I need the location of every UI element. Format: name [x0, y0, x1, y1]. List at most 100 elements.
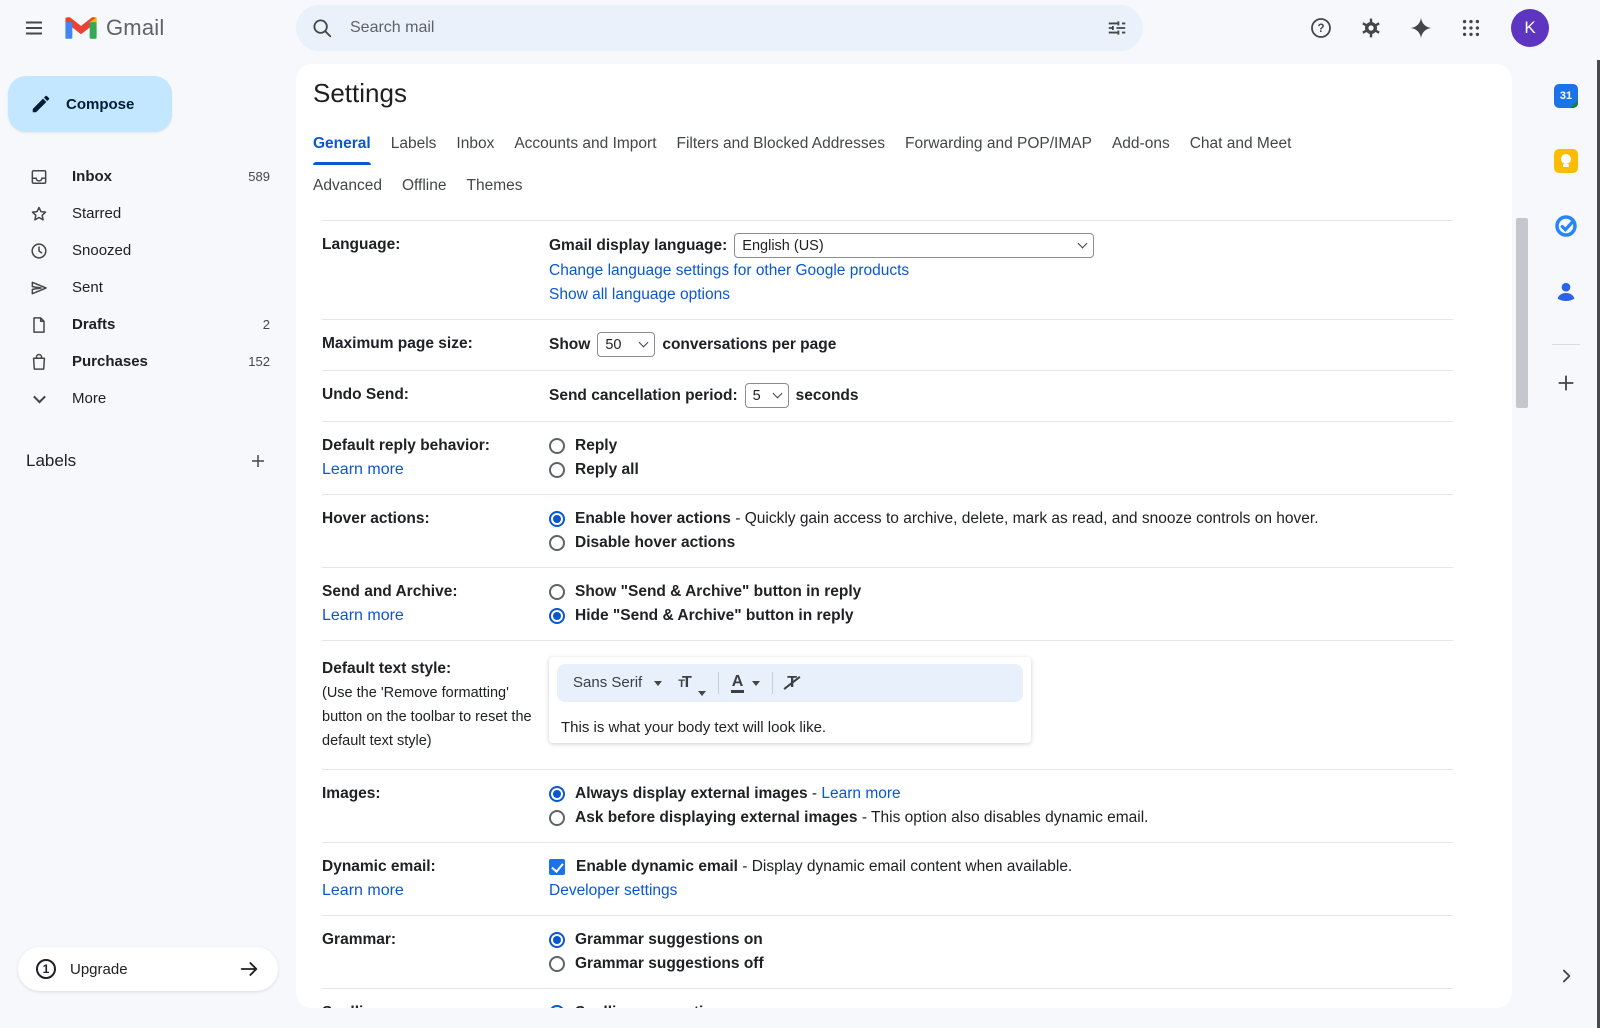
settings-row-dynamic-email: Dynamic email: Learn more Enable dynamic…: [322, 843, 1453, 916]
get-add-ons-button[interactable]: [1546, 363, 1586, 403]
radio-reply[interactable]: [549, 438, 565, 454]
font-size-dropdown[interactable]: TT: [678, 670, 706, 696]
tab-add-ons[interactable]: Add-ons: [1102, 123, 1180, 165]
help-button[interactable]: ?: [1301, 8, 1341, 48]
tab-accounts-and-import[interactable]: Accounts and Import: [504, 123, 666, 165]
radio-spelling-on[interactable]: [549, 1005, 565, 1008]
radio-hide-send-archive[interactable]: [549, 608, 565, 624]
tab-offline[interactable]: Offline: [392, 165, 457, 207]
side-panel-divider: [1552, 344, 1580, 345]
tab-chat-and-meet[interactable]: Chat and Meet: [1180, 123, 1302, 165]
plus-icon: [1555, 372, 1577, 394]
radio-show-send-archive[interactable]: [549, 584, 565, 600]
tab-filters-and-blocked-addresses[interactable]: Filters and Blocked Addresses: [667, 123, 896, 165]
purchases-count: 152: [248, 354, 270, 369]
help-icon: ?: [1309, 16, 1333, 40]
font-family-dropdown[interactable]: Sans Serif: [573, 670, 662, 696]
gemini-sparkle-icon: [1409, 16, 1433, 40]
sidebar-item-starred[interactable]: Starred: [0, 195, 296, 232]
create-label-button[interactable]: [244, 447, 272, 475]
sidebar-item-drafts[interactable]: Drafts 2: [0, 306, 296, 343]
arrow-right-icon: [238, 958, 260, 980]
page-size-select[interactable]: 50: [597, 332, 655, 357]
topbar-left: Gmail: [0, 8, 296, 48]
toolbar-divider: [772, 672, 773, 694]
chevron-right-icon: [1556, 966, 1576, 986]
text-color-dropdown[interactable]: A: [731, 674, 761, 693]
google-tasks-icon: [1553, 213, 1579, 239]
compose-label: Compose: [66, 96, 134, 113]
radio-grammar-on[interactable]: [549, 932, 565, 948]
change-language-link[interactable]: Change language settings for other Googl…: [549, 259, 1453, 283]
settings-row-send-and-archive: Send and Archive: Learn more Show "Send …: [322, 568, 1453, 641]
radio-enable-hover-actions[interactable]: [549, 511, 565, 527]
gemini-button[interactable]: [1401, 8, 1441, 48]
contacts-icon: [1553, 278, 1579, 304]
tab-advanced[interactable]: Advanced: [303, 165, 392, 207]
show-all-language-options-link[interactable]: Show all language options: [549, 283, 1453, 307]
shopping-bag-icon: [28, 352, 50, 372]
chevron-down-icon: [1078, 239, 1088, 249]
sidebar-item-purchases[interactable]: Purchases 152: [0, 343, 296, 380]
tab-themes[interactable]: Themes: [456, 165, 532, 207]
developer-settings-link[interactable]: Developer settings: [549, 879, 1453, 903]
radio-always-display-images[interactable]: [549, 786, 565, 802]
send-icon: [28, 278, 50, 298]
gmail-logo[interactable]: Gmail: [60, 15, 164, 41]
settings-row-grammar: Grammar: Grammar suggestions on Grammar …: [322, 916, 1453, 989]
checkbox-enable-dynamic-email[interactable]: [549, 859, 565, 875]
tab-labels[interactable]: Labels: [381, 123, 447, 165]
scrollbar-track: [1512, 56, 1532, 1028]
radio-grammar-off[interactable]: [549, 956, 565, 972]
tasks-panel-button[interactable]: [1546, 206, 1586, 246]
settings-row-hover-actions: Hover actions: Enable hover actions - Qu…: [322, 495, 1453, 568]
learn-more-link[interactable]: Learn more: [322, 879, 404, 903]
radio-ask-before-displaying-images[interactable]: [549, 810, 565, 826]
search-bar[interactable]: Search mail: [296, 5, 1143, 51]
chevron-down-icon: [28, 394, 50, 403]
sidebar-item-inbox[interactable]: Inbox 589: [0, 158, 296, 195]
cancellation-period-select[interactable]: 5: [745, 383, 789, 408]
learn-more-link[interactable]: Learn more: [821, 782, 900, 806]
draft-icon: [28, 315, 50, 335]
radio-disable-hover-actions[interactable]: [549, 535, 565, 551]
contacts-panel-button[interactable]: [1546, 271, 1586, 311]
workspace-individual-icon: 1: [36, 959, 56, 979]
scrollbar-thumb[interactable]: [1516, 218, 1528, 408]
hamburger-menu-button[interactable]: [14, 8, 54, 48]
learn-more-link[interactable]: Learn more: [322, 458, 404, 482]
settings-row-default-reply: Default reply behavior: Learn more Reply…: [322, 422, 1453, 495]
search-button[interactable]: [302, 8, 342, 48]
calendar-panel-button[interactable]: 31: [1546, 76, 1586, 116]
sidebar-item-more[interactable]: More: [0, 380, 296, 417]
sidebar-item-label: Starred: [72, 205, 248, 222]
google-keep-icon: [1554, 149, 1578, 173]
keep-panel-button[interactable]: [1546, 141, 1586, 181]
clock-icon: [28, 241, 50, 261]
account-avatar[interactable]: K: [1511, 9, 1549, 47]
tab-inbox[interactable]: Inbox: [446, 123, 504, 165]
settings-button[interactable]: [1351, 8, 1391, 48]
display-language-select[interactable]: English (US): [734, 233, 1094, 258]
hide-side-panel-button[interactable]: [1546, 956, 1586, 996]
top-bar: Gmail Search mail ?: [0, 0, 1600, 56]
learn-more-link[interactable]: Learn more: [322, 604, 404, 628]
row-label: Language:: [322, 236, 400, 253]
settings-tabs-row2: Advanced Offline Themes: [296, 165, 1512, 220]
settings-row-language: Language: Gmail display language:English…: [322, 221, 1453, 320]
remove-formatting-button[interactable]: T: [785, 670, 799, 696]
radio-reply-all[interactable]: [549, 462, 565, 478]
upgrade-label: Upgrade: [70, 961, 238, 978]
google-apps-button[interactable]: [1451, 8, 1491, 48]
sidebar-item-sent[interactable]: Sent: [0, 269, 296, 306]
upgrade-button[interactable]: 1 Upgrade: [18, 947, 278, 991]
sidebar-item-snoozed[interactable]: Snoozed: [0, 232, 296, 269]
compose-button[interactable]: Compose: [8, 76, 172, 132]
page-title: Settings: [296, 78, 1512, 109]
tab-general[interactable]: General: [303, 123, 381, 165]
drafts-count: 2: [263, 317, 270, 332]
apps-grid-icon: [1460, 17, 1482, 39]
search-input[interactable]: Search mail: [342, 19, 1097, 37]
tab-forwarding-and-pop-imap[interactable]: Forwarding and POP/IMAP: [895, 123, 1102, 165]
search-options-button[interactable]: [1097, 8, 1137, 48]
